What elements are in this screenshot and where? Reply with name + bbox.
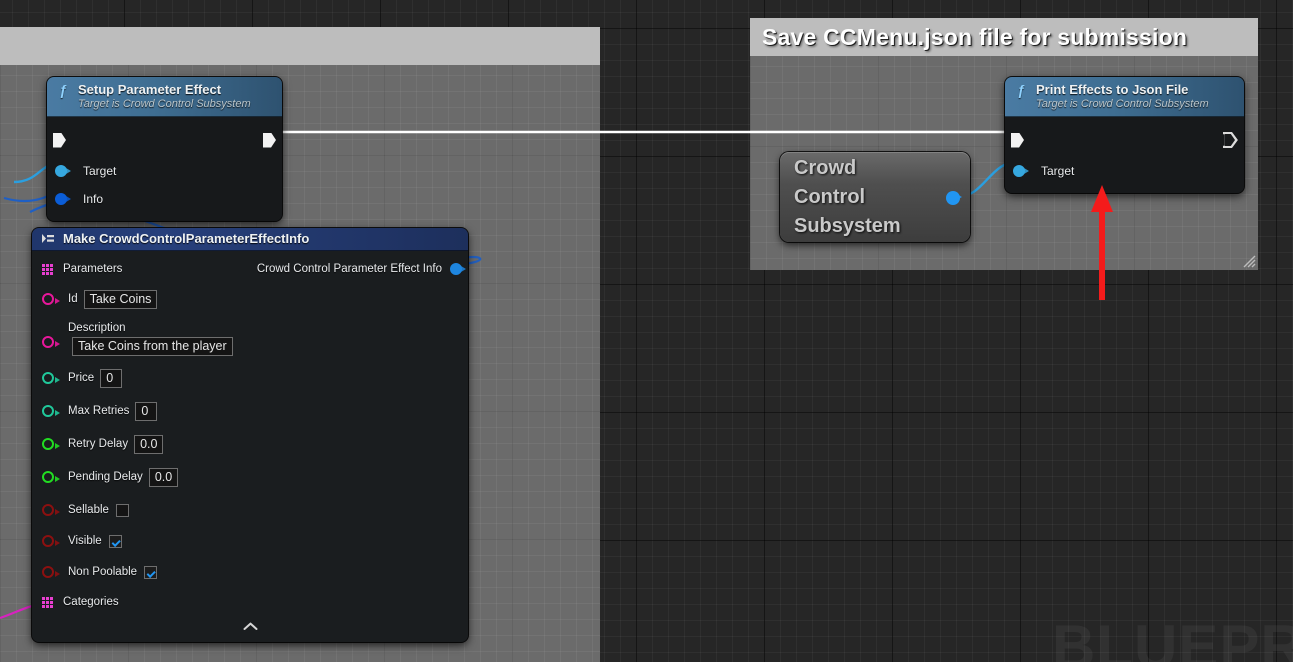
struct-pin-info[interactable] [55, 193, 67, 205]
row-sellable[interactable]: Sellable [32, 497, 468, 523]
node-print-effects-to-json-file[interactable]: ƒ Print Effects to Json File Target is C… [1005, 77, 1244, 193]
object-pin-target[interactable] [1013, 165, 1025, 177]
object-pin-target[interactable] [55, 165, 67, 177]
row-visible[interactable]: Visible [32, 528, 468, 554]
comment-title-save-ccmenu[interactable]: Save CCMenu.json file for submission [750, 18, 1258, 56]
comment-title-left[interactable] [0, 27, 600, 65]
pin-label-parameters: Parameters [63, 263, 122, 275]
exec-in-pin[interactable] [53, 133, 66, 148]
input-row-target[interactable]: Target [1005, 157, 1244, 185]
description-input[interactable]: Take Coins from the player [72, 337, 233, 356]
node-header[interactable]: ƒ Setup Parameter Effect Target is Crowd… [47, 77, 282, 117]
node-setup-parameter-effect[interactable]: ƒ Setup Parameter Effect Target is Crowd… [47, 77, 282, 221]
pin-label-description: Description [68, 322, 233, 334]
boolean-pin-sellable[interactable] [42, 504, 54, 516]
pin-label-id: Id [68, 293, 78, 305]
node-title: Make CrowdControlParameterEffectInfo [63, 231, 309, 246]
exec-out-pin[interactable] [263, 133, 276, 148]
pin-label-target: Target [1041, 164, 1074, 178]
node-body: Target Info [47, 117, 282, 221]
row-non-poolable[interactable]: Non Poolable [32, 559, 468, 585]
pin-label-info: Info [83, 192, 103, 206]
row-categories[interactable]: Categories [32, 590, 468, 614]
row-description[interactable]: Description Take Coins from the player [32, 318, 468, 358]
node-subtitle: Target is Crowd Control Subsystem [1036, 98, 1234, 110]
node-make-crowdcontrolparametereffectinfo[interactable]: Make CrowdControlParameterEffectInfo Par… [32, 228, 468, 642]
function-icon: ƒ [1014, 82, 1028, 97]
exec-out-pin[interactable] [1223, 132, 1238, 148]
pin-label-retry-delay: Retry Delay [68, 438, 128, 450]
pin-label-target: Target [83, 164, 116, 178]
float-pin-pending-delay[interactable] [42, 471, 54, 483]
var-label-line-1: Crowd [794, 154, 901, 183]
row-max-retries[interactable]: Max Retries 0 [32, 398, 468, 424]
input-row-target[interactable]: Target [47, 157, 282, 185]
node-header[interactable]: ƒ Print Effects to Json File Target is C… [1005, 77, 1244, 117]
pin-label-pending-delay: Pending Delay [68, 471, 143, 483]
sellable-checkbox[interactable] [116, 504, 129, 517]
node-crowd-control-subsystem-variable[interactable]: Crowd Control Subsystem [780, 152, 970, 242]
node-body: Parameters Crowd Control Parameter Effec… [32, 251, 468, 642]
node-header[interactable]: Make CrowdControlParameterEffectInfo [32, 228, 468, 251]
node-title: Print Effects to Json File [1036, 82, 1188, 97]
row-pending-delay[interactable]: Pending Delay 0.0 [32, 464, 468, 490]
integer-pin-price[interactable] [42, 372, 54, 384]
function-icon: ƒ [56, 82, 70, 97]
price-input[interactable]: 0 [100, 369, 122, 388]
pin-label-max-retries: Max Retries [68, 405, 129, 417]
exec-in-pin[interactable] [1011, 133, 1024, 148]
node-subtitle: Target is Crowd Control Subsystem [78, 98, 272, 110]
string-pin-id[interactable] [42, 293, 54, 305]
make-struct-icon [41, 231, 55, 246]
id-input[interactable]: Take Coins [84, 290, 158, 309]
pin-label-price: Price [68, 372, 94, 384]
pin-label-visible: Visible [68, 535, 102, 547]
var-label-line-2: Control [794, 183, 901, 212]
row-id[interactable]: Id Take Coins [32, 286, 468, 312]
node-title: Setup Parameter Effect [78, 82, 221, 97]
exec-row [47, 123, 282, 157]
pin-label-non-poolable: Non Poolable [68, 566, 137, 578]
node-body: Target [1005, 117, 1244, 193]
input-row-info[interactable]: Info [47, 185, 282, 213]
pin-label-struct-output: Crowd Control Parameter Effect Info [257, 263, 442, 275]
non-poolable-checkbox[interactable] [144, 566, 157, 579]
row-price[interactable]: Price 0 [32, 365, 468, 391]
var-label-line-3: Subsystem [794, 212, 901, 241]
chevron-up-icon[interactable] [32, 620, 468, 634]
object-output-pin-subsystem[interactable] [946, 191, 960, 205]
blueprint-graph-canvas[interactable]: Save CCMenu.json file for submission ƒ [0, 0, 1293, 662]
boolean-pin-visible[interactable] [42, 535, 54, 547]
string-pin-description[interactable] [42, 336, 54, 348]
exec-row [1005, 123, 1244, 157]
row-retry-delay[interactable]: Retry Delay 0.0 [32, 431, 468, 457]
boolean-pin-non-poolable[interactable] [42, 566, 54, 578]
max-retries-input[interactable]: 0 [135, 402, 157, 421]
retry-delay-input[interactable]: 0.0 [134, 435, 163, 454]
visible-checkbox[interactable] [109, 535, 122, 548]
blueprint-watermark: BLUEPRINT [1052, 612, 1293, 662]
struct-output-pin[interactable] [450, 263, 462, 275]
float-pin-retry-delay[interactable] [42, 438, 54, 450]
row-parameters[interactable]: Parameters Crowd Control Parameter Effec… [32, 256, 468, 282]
pin-label-categories: Categories [63, 596, 119, 608]
comment-resize-handle-icon[interactable] [1241, 253, 1256, 268]
pin-label-sellable: Sellable [68, 504, 109, 516]
integer-pin-max-retries[interactable] [42, 405, 54, 417]
parameters-grid-pin[interactable] [42, 264, 54, 275]
array-pin-categories[interactable] [42, 597, 54, 608]
pending-delay-input[interactable]: 0.0 [149, 468, 178, 487]
